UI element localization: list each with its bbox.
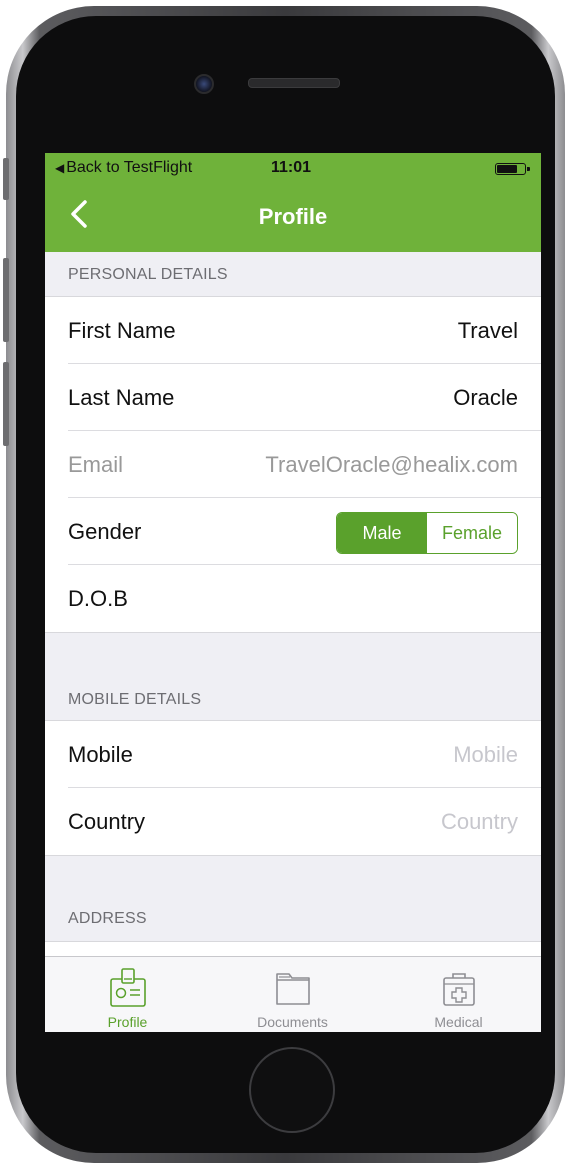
page-title: Profile — [258, 204, 328, 229]
tab-documents[interactable]: Documents — [210, 957, 375, 1032]
mobile-label: Mobile — [68, 742, 133, 767]
first-name-row[interactable]: First Name Travel — [45, 297, 541, 364]
section-header-personal: PERSONAL DETAILS — [45, 252, 541, 296]
country-row[interactable]: Country Country — [45, 788, 541, 855]
last-name-label: Last Name — [68, 385, 175, 410]
back-app-label: Back to TestFlight — [66, 159, 193, 176]
section-header-address: ADDRESS — [45, 896, 541, 940]
email-label: Email — [68, 452, 124, 477]
battery-icon — [495, 163, 530, 175]
first-name-field[interactable]: Travel — [458, 318, 518, 344]
section-header-label: MOBILE DETAILS — [68, 691, 202, 708]
tab-medical[interactable]: Medical — [376, 957, 541, 1032]
gender-segmented-control[interactable]: Male Female — [336, 512, 518, 554]
gender-option-female[interactable]: Female — [427, 513, 517, 553]
dob-row[interactable]: D.O.B — [45, 565, 541, 632]
tab-label: Medical — [434, 1014, 483, 1030]
email-row: Email TravelOracle@healix.com — [45, 431, 541, 498]
mobile-input[interactable]: Mobile — [453, 742, 518, 768]
email-field: TravelOracle@healix.com — [265, 452, 518, 477]
back-triangle-icon: ◀ — [55, 161, 65, 175]
last-name-field[interactable]: Oracle — [453, 385, 518, 411]
navigation-bar: ◀ Back to TestFlight 11:01 Profile — [45, 153, 541, 252]
first-name-label: First Name — [68, 318, 176, 343]
section-header-label: ADDRESS — [68, 910, 147, 927]
folder-icon — [275, 973, 310, 1005]
tab-label: Profile — [107, 1014, 148, 1030]
gender-row: Gender Male Female — [45, 498, 541, 565]
section-header-mobile: MOBILE DETAILS — [45, 677, 541, 721]
volume-down-button — [3, 362, 9, 446]
status-bar: ◀ Back to TestFlight 11:01 — [45, 153, 541, 183]
mute-switch — [3, 158, 9, 200]
app-screen: ◀ Back to TestFlight 11:01 Profile PERSON… — [45, 153, 541, 1032]
section-header-label: PERSONAL DETAILS — [68, 266, 228, 283]
tab-bar: Profile Documents Medical — [45, 956, 541, 1032]
address-row[interactable] — [45, 942, 541, 956]
mobile-row[interactable]: Mobile Mobile — [45, 721, 541, 788]
gender-option-male[interactable]: Male — [337, 513, 427, 553]
earpiece-speaker — [248, 78, 340, 88]
home-button[interactable] — [249, 1047, 335, 1133]
divider — [45, 632, 541, 633]
status-time: 11:01 — [271, 159, 312, 176]
tab-label: Documents — [257, 1014, 328, 1030]
volume-up-button — [3, 258, 9, 342]
country-input[interactable]: Country — [441, 809, 518, 835]
country-label: Country — [68, 809, 146, 834]
dob-label: D.O.B — [68, 586, 128, 611]
divider — [45, 855, 541, 856]
tab-profile[interactable]: Profile — [45, 957, 210, 1032]
gender-label: Gender — [68, 519, 142, 544]
medical-kit-icon — [442, 973, 475, 1006]
id-badge-icon — [109, 968, 146, 1007]
front-camera — [194, 74, 214, 94]
back-to-app-link[interactable]: ◀ Back to TestFlight — [55, 159, 192, 177]
last-name-row[interactable]: Last Name Oracle — [45, 364, 541, 431]
